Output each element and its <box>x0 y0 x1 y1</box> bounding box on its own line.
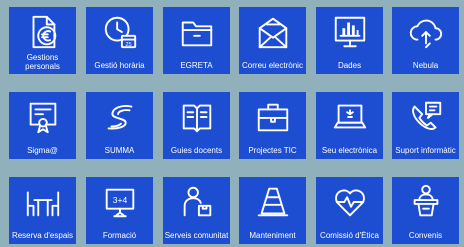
tile-serveis-comunitat[interactable]: Serveis comunitat <box>163 177 230 244</box>
tile-label-line1: Gestions <box>26 53 59 62</box>
tile-label-line2: personals <box>25 62 60 71</box>
tile-label: Sigma@ <box>27 146 58 155</box>
tile-formacio[interactable]: 3+4 Formació <box>86 177 153 244</box>
laptop-icon <box>316 98 383 136</box>
tile-label: Serveis comunitat <box>164 231 229 240</box>
folder-icon <box>163 13 230 51</box>
tile-comissio-etica[interactable]: Comissió d'Ètica <box>316 177 383 244</box>
clock-calendar-icon: 25 <box>86 13 153 51</box>
podium-speaker-icon <box>392 183 459 221</box>
tile-label: Manteniment <box>249 231 296 240</box>
traffic-cone-icon <box>239 183 306 221</box>
certificate-icon <box>9 98 76 136</box>
tile-label: Guies docents <box>170 146 223 155</box>
tile-egreta[interactable]: EGRETA <box>163 7 230 74</box>
briefcase-icon <box>239 98 306 136</box>
table-chairs-icon <box>9 183 76 221</box>
tile-projectes-tic[interactable]: Projectes TIC <box>239 92 306 159</box>
tile-sigma[interactable]: Sigma@ <box>9 92 76 159</box>
tile-suport-informatic[interactable]: Suport informàtic <box>392 92 459 159</box>
tile-label: Dades <box>337 61 362 70</box>
cloud-sync-icon <box>392 13 459 51</box>
calendar-day-number: 25 <box>125 42 131 48</box>
tile-label: Formació <box>102 231 137 240</box>
blackboard-icon: 3+4 <box>86 183 153 221</box>
tile-summa[interactable]: SUMMA <box>86 92 153 159</box>
tile-label: Convenis <box>408 231 443 240</box>
tile-correu-electronic[interactable]: Correu electrònic <box>239 7 306 74</box>
tile-label: Suport informàtic <box>395 146 456 155</box>
mail-icon <box>239 13 306 51</box>
phone-chat-icon <box>392 98 459 136</box>
tile-label: Seu electrònica <box>321 146 378 155</box>
tile-convenis[interactable]: Convenis <box>392 177 459 244</box>
tile-guies-docents[interactable]: Guies docents <box>163 92 230 159</box>
tile-dades[interactable]: Dades <box>316 7 383 74</box>
person-box-icon <box>163 183 230 221</box>
tile-label: SUMMA <box>104 146 135 155</box>
tile-seu-electronica[interactable]: Seu electrònica <box>316 92 383 159</box>
tile-label: Gestió horària <box>94 61 145 70</box>
tile-reserva-espais[interactable]: Reserva d'espais <box>9 177 76 244</box>
open-book-icon <box>163 98 230 136</box>
tile-label: Correu electrònic <box>242 61 303 70</box>
tile-manteniment[interactable]: Manteniment <box>239 177 306 244</box>
board-text: 3+4 <box>112 195 127 205</box>
tile-label: Comissió d'Ètica <box>320 231 379 240</box>
tile-gestions-personals[interactable]: Gestions personals <box>9 7 76 74</box>
tile-nebula[interactable]: Nebula <box>392 7 459 74</box>
tile-label: Reserva d'espais <box>11 231 74 240</box>
tile-label: Projectes TIC <box>248 146 297 155</box>
summa-logo-icon <box>86 98 153 136</box>
tile-gestio-horaria[interactable]: 25 Gestió horària <box>86 7 153 74</box>
heart-pulse-icon <box>316 183 383 221</box>
tile-label: EGRETA <box>180 61 213 70</box>
euro-document-icon <box>9 13 76 51</box>
tile-label: Nebula <box>412 61 439 70</box>
bar-chart-monitor-icon <box>316 13 383 51</box>
app-launcher-grid: Gestions personals 25 Gestió horària EGR… <box>0 0 464 247</box>
